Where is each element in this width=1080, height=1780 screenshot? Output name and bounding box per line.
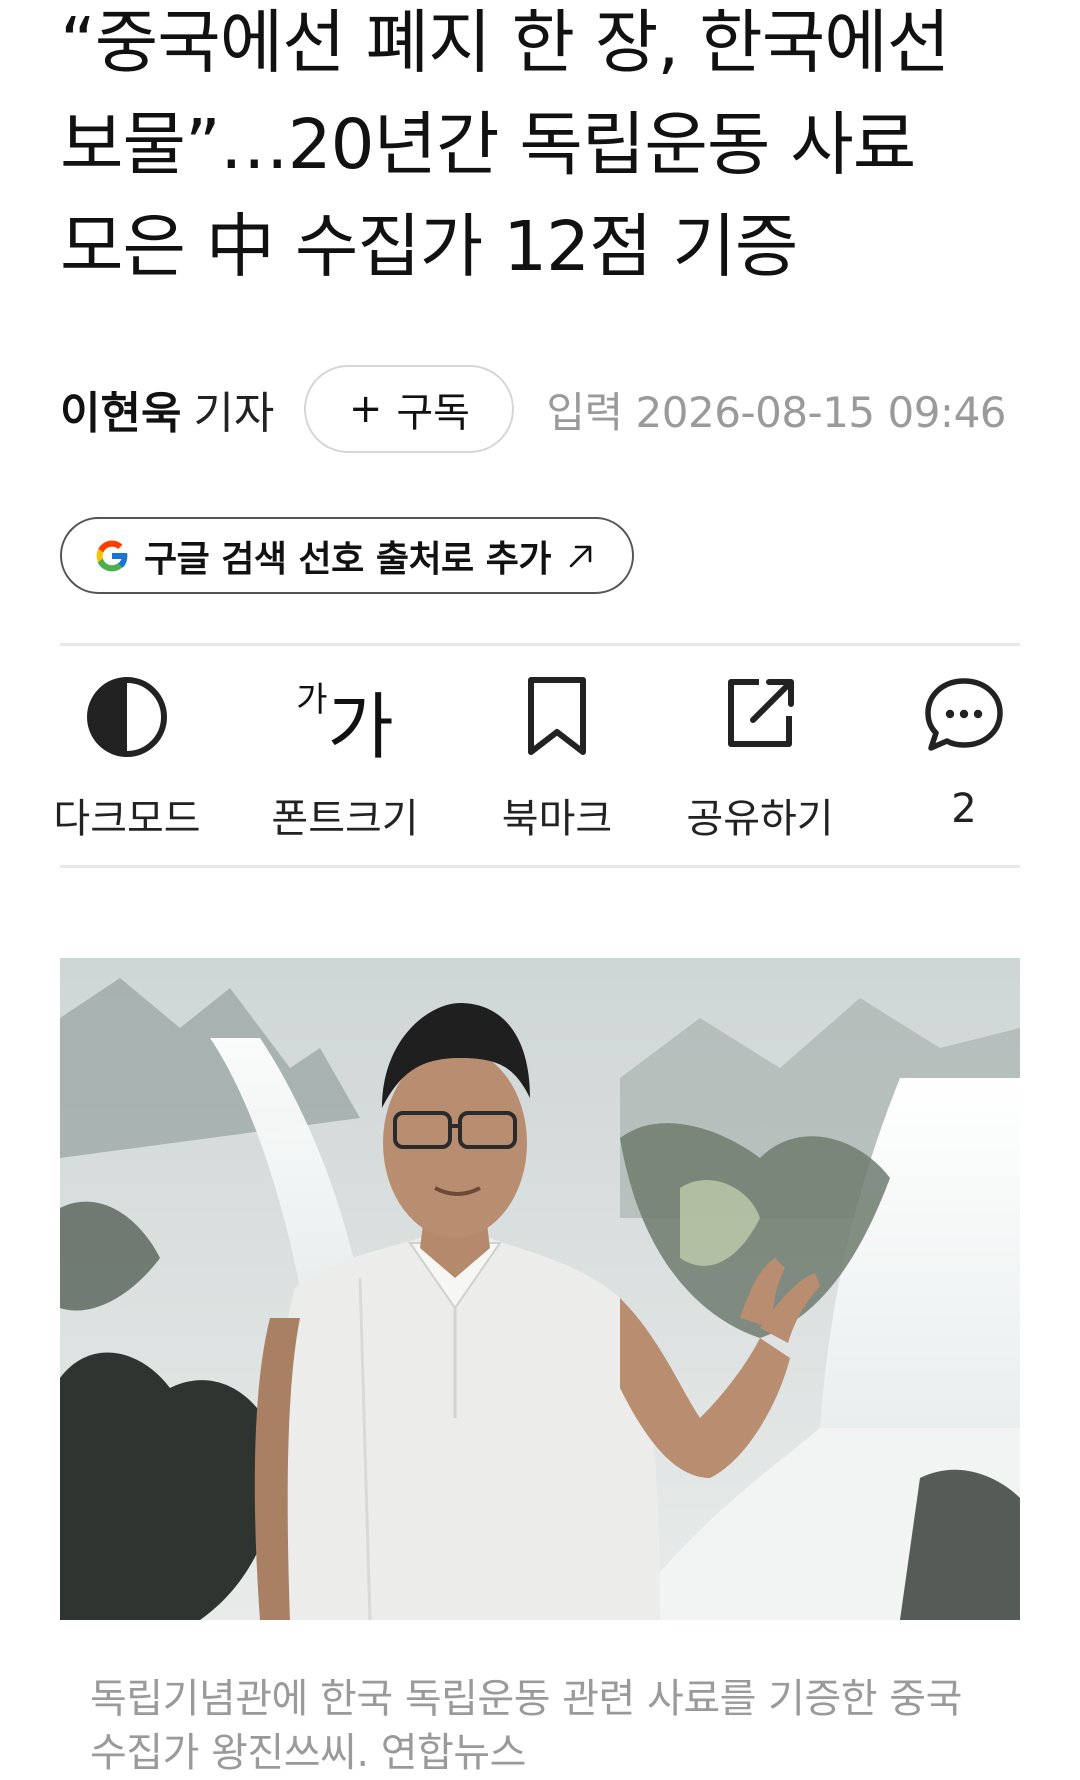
comment-icon (924, 676, 1004, 758)
plus-icon: + (348, 386, 383, 432)
comments-button[interactable]: 2 (864, 646, 1064, 866)
dark-mode-button[interactable]: 다크모드 (27, 646, 227, 866)
share-icon (723, 676, 797, 754)
google-source-label: 구글 검색 선호 출처로 추가 (144, 538, 551, 580)
external-arrow-icon (563, 538, 599, 574)
toolbar-bottom-divider (60, 865, 1020, 868)
comment-count: 2 (951, 786, 977, 832)
dark-mode-label: 다크모드 (53, 796, 201, 842)
contrast-icon (86, 676, 168, 762)
article-headline: “중국에선 폐지 한 장, 한국에선 보물”…20년간 독립운동 사료 모은 中… (60, 3, 950, 287)
article-toolbar: 다크모드 가가 폰트크기 북마크 공유하기 2 (53, 646, 1020, 866)
google-preferred-source-button[interactable]: 구글 검색 선호 출처로 추가 (60, 517, 634, 594)
share-label: 공유하기 (686, 796, 834, 842)
byline: 이현욱 기자 + 구독 입력 2026-08-15 09:46 (60, 363, 1007, 455)
font-size-icon: 가가 (296, 680, 394, 769)
subscribe-button[interactable]: + 구독 (304, 365, 515, 453)
article-photo (60, 958, 1020, 1620)
google-g-icon (92, 536, 132, 576)
author-role: 기자 (193, 388, 275, 439)
bookmark-icon (525, 676, 589, 762)
bookmark-button[interactable]: 북마크 (457, 646, 657, 866)
published-timestamp: 입력 2026-08-15 09:46 (546, 387, 1007, 437)
share-button[interactable]: 공유하기 (660, 646, 860, 866)
subscribe-label: 구독 (396, 390, 470, 436)
font-size-button[interactable]: 가가 폰트크기 (245, 646, 445, 866)
author-name[interactable]: 이현욱 (60, 377, 181, 441)
article-page: “중국에선 폐지 한 장, 한국에선 보물”…20년간 독립운동 사료 모은 中… (0, 0, 1080, 1776)
font-size-label: 폰트크기 (271, 796, 419, 842)
bookmark-label: 북마크 (501, 796, 613, 842)
photo-caption: 독립기념관에 한국 독립운동 관련 사료를 기증한 중국 수집가 왕진쓰씨. 연… (90, 1676, 962, 1776)
